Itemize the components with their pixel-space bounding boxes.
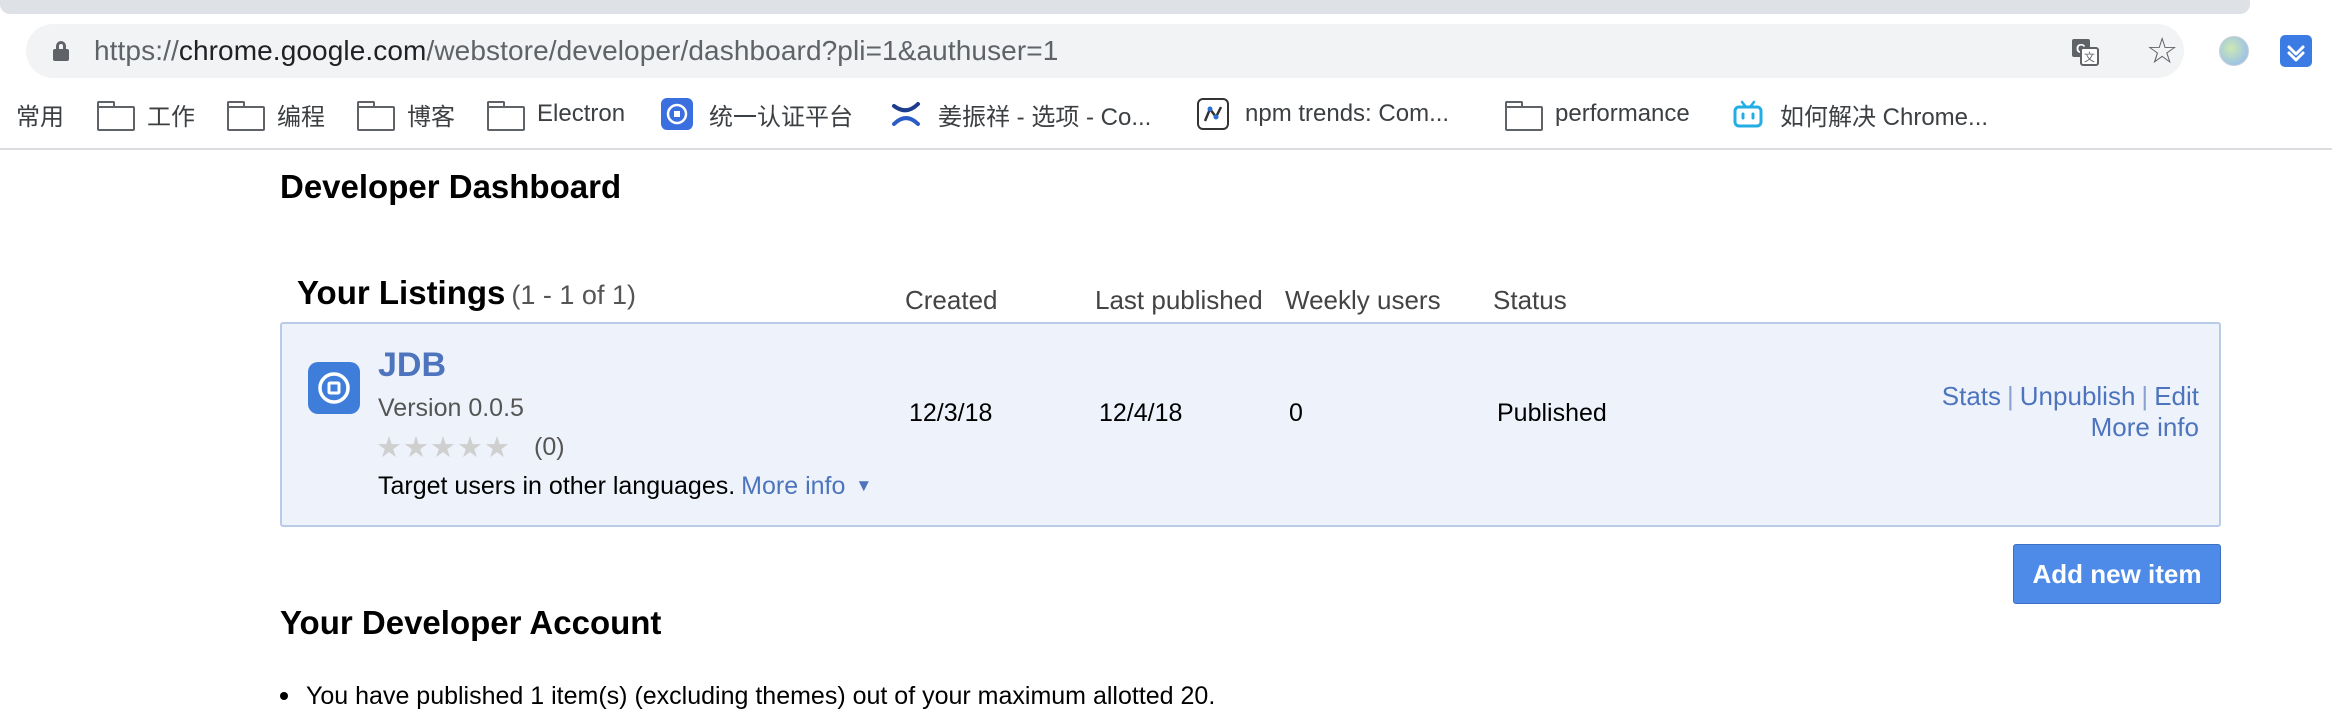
bookmark-item[interactable]: 统一认证平台 [661, 92, 853, 136]
bookmarks-bar: 常用 工作 编程 博客 Electron 统一认证平台 姜振祥 - 选项 - C… [0, 92, 2332, 150]
bilibili-favicon [1732, 98, 1764, 130]
svg-text:文: 文 [2084, 50, 2095, 64]
folder-icon [1505, 101, 1543, 131]
profile-extension-icon[interactable] [2219, 36, 2249, 66]
edit-link[interactable]: Edit [2154, 381, 2199, 411]
action-separator: | [2141, 381, 2149, 411]
listing-row: JDB Version 0.0.5 ★★★★★ (0) Target users… [280, 322, 2221, 527]
listing-actions: Stats | Unpublish | Edit More info [1942, 381, 2199, 443]
bookmark-folder[interactable]: 博客 [357, 92, 455, 136]
url-text[interactable]: https://chrome.google.com/webstore/devel… [94, 36, 1058, 66]
listings-heading-text: Your Listings [297, 274, 506, 311]
bookmark-label: 常用 [16, 103, 64, 131]
add-new-item-button[interactable]: Add new item [2013, 544, 2221, 604]
listings-heading: Your Listings (1 - 1 of 1) [297, 274, 636, 312]
bookmark-label: 编程 [277, 103, 325, 131]
address-bar[interactable]: https://chrome.google.com/webstore/devel… [26, 24, 2184, 78]
rating-stars-icon: ★★★★★ [376, 432, 511, 464]
target-users-text: Target users in other languages. [378, 472, 736, 500]
listing-version: Version 0.0.5 [378, 394, 524, 422]
target-more-info-link[interactable]: More info [741, 472, 845, 500]
dropdown-arrow-icon[interactable]: ▼ [855, 476, 872, 495]
column-header-created: Created [905, 285, 998, 315]
page-title: Developer Dashboard [280, 168, 622, 205]
bookmark-label: 姜振祥 - 选项 - Co... [938, 103, 1152, 131]
action-separator: | [2007, 381, 2014, 411]
bookmark-label: 工作 [147, 103, 195, 131]
bookmark-item[interactable]: 常用 [16, 92, 64, 136]
folder-icon [227, 101, 265, 131]
star-icon[interactable]: ☆ [2146, 33, 2178, 69]
tab-strip [0, 0, 2250, 14]
url-host: chrome.google.com [178, 35, 427, 66]
column-header-weekly-users: Weekly users [1285, 285, 1441, 315]
url-path: /webstore/developer/dashboard?pli=1&auth… [426, 35, 1059, 66]
bookmark-label: 如何解决 Chrome... [1780, 103, 1989, 131]
confluence-favicon [890, 98, 922, 130]
folder-icon [357, 101, 395, 131]
bookmark-item[interactable]: npm trends: Com... [1197, 92, 1449, 136]
more-info-link[interactable]: More info [1942, 412, 2199, 443]
bookmark-folder[interactable]: performance [1505, 92, 1690, 136]
translate-icon[interactable]: G 文 [2069, 36, 2101, 68]
account-info-list: You have published 1 item(s) (excluding … [280, 682, 1216, 711]
account-heading: Your Developer Account [280, 604, 662, 641]
url-scheme: https:// [94, 35, 179, 66]
bookmark-item[interactable]: 如何解决 Chrome... [1732, 92, 1988, 136]
bookmark-folder[interactable]: 工作 [97, 92, 195, 136]
column-header-status: Status [1493, 285, 1567, 315]
listing-created: 12/3/18 [909, 399, 993, 427]
bookmark-label: npm trends: Com... [1245, 100, 1450, 127]
lock-icon[interactable] [53, 41, 69, 61]
stats-link[interactable]: Stats [1942, 381, 2001, 411]
rating-count: (0) [534, 433, 565, 461]
bullet-icon [280, 692, 288, 700]
bookmark-item[interactable]: 姜振祥 - 选项 - Co... [890, 92, 1151, 136]
listing-status: Published [1497, 399, 1607, 427]
folder-icon [97, 101, 135, 131]
npm-trends-favicon [1197, 98, 1229, 130]
bookmark-label: performance [1555, 100, 1690, 127]
account-info-item: You have published 1 item(s) (excluding … [306, 682, 1216, 710]
bookmark-label: 统一认证平台 [709, 103, 853, 131]
listing-last-published: 12/4/18 [1099, 399, 1183, 427]
column-header-last-published: Last published [1095, 285, 1263, 315]
auth-favicon [661, 98, 693, 130]
pocket-extension-icon[interactable] [2280, 35, 2312, 67]
bookmark-folder[interactable]: Electron [487, 92, 625, 136]
unpublish-link[interactable]: Unpublish [2020, 381, 2136, 411]
target-users-line: Target users in other languages. More inf… [378, 472, 872, 501]
bookmark-folder[interactable]: 编程 [227, 92, 325, 136]
app-icon [308, 362, 360, 414]
listing-weekly-users: 0 [1289, 399, 1303, 427]
listing-name-link[interactable]: JDB [378, 346, 446, 385]
bookmark-label: Electron [537, 100, 626, 127]
folder-icon [487, 101, 525, 131]
bookmark-label: 博客 [407, 103, 455, 131]
listings-count: (1 - 1 of 1) [511, 280, 636, 310]
